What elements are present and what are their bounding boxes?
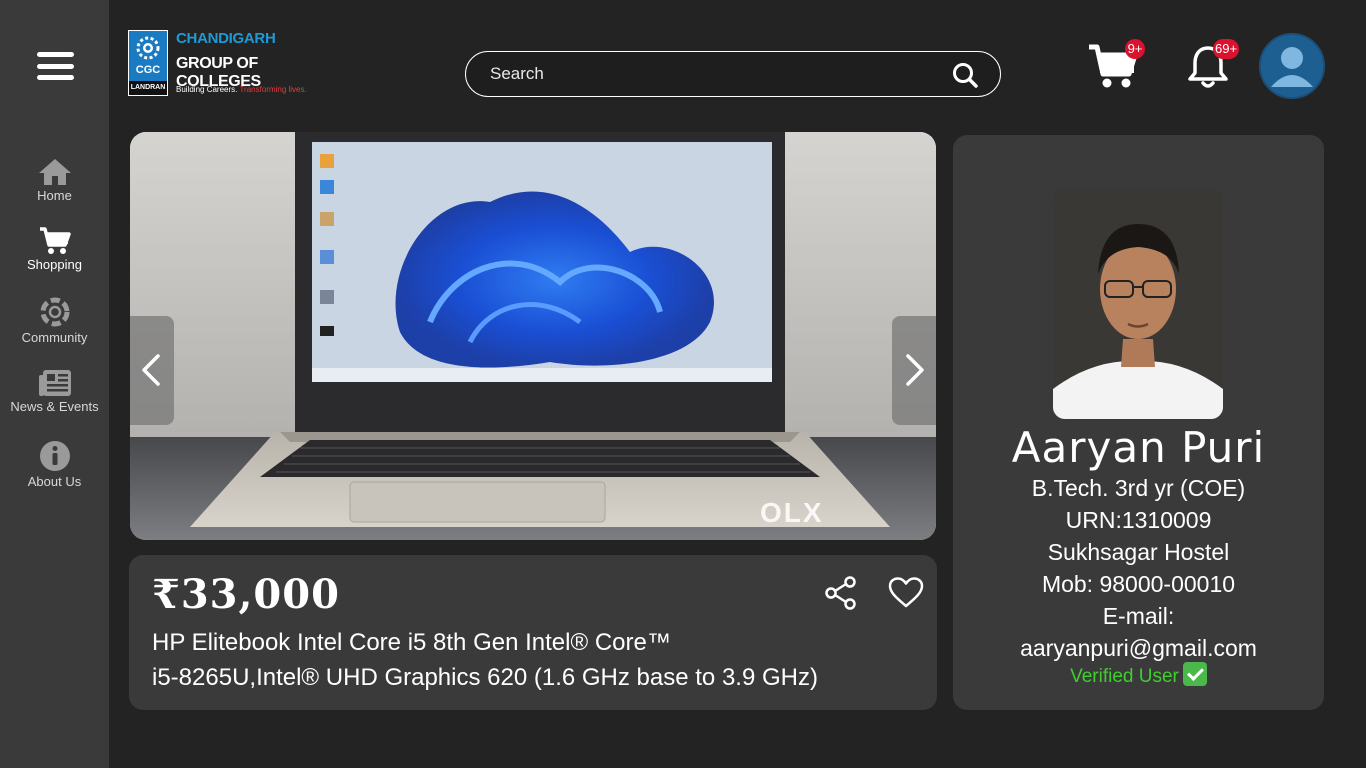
notifications-button[interactable]: 69+ (1185, 39, 1249, 90)
seller-mobile: Mob: 98000-00010 (1041, 571, 1236, 597)
seller-info-card: Aaryan Puri B.Tech. 3rd yr (COE) URN:131… (953, 135, 1324, 710)
info-icon (39, 441, 70, 471)
olx-watermark: OLX (760, 497, 824, 528)
heart-icon (888, 577, 924, 608)
product-details-card: ₹33,000 HP Elitebook Intel Core i5 8th G… (129, 555, 937, 710)
seller-course: B.Tech. 3rd yr (COE) (1031, 475, 1246, 501)
cart-icon (39, 227, 71, 254)
share-icon (825, 576, 856, 610)
sidebar-item-label: About Us (27, 474, 82, 489)
logo-tagline: Building Careers. Transforming lives. (176, 85, 307, 94)
cart-badge: 9+ (1125, 39, 1145, 59)
logo-line1: CHANDIGARH (176, 30, 276, 47)
product-image (130, 132, 936, 540)
product-title: HP Elitebook Intel Core i5 8th Gen Intel… (152, 625, 912, 695)
sidebar-item-shopping[interactable]: Shopping (0, 227, 109, 272)
sidebar-item-label: Community (21, 330, 88, 345)
sidebar-item-label: Shopping (27, 257, 82, 272)
seller-hostel: Sukhsagar Hostel (1047, 539, 1230, 565)
sidebar-item-home[interactable]: Home (0, 158, 109, 203)
logo-badge-sub: LANDRAN (129, 81, 167, 95)
search-input[interactable] (490, 52, 930, 95)
product-title-line2: i5-8265U,Intel® UHD Graphics 620 (1.6 GH… (152, 664, 818, 691)
sidebar-item-about-us[interactable]: About Us (0, 440, 109, 489)
seller-email[interactable]: aaryanpuri@gmail.com (953, 635, 1324, 662)
search-icon[interactable] (952, 62, 978, 88)
tagline-part-a: Building Careers. (176, 85, 238, 94)
home-icon (38, 159, 71, 185)
product-price: ₹33,000 (152, 571, 340, 618)
chevron-right-icon (906, 354, 924, 386)
notifications-badge: 69+ (1213, 39, 1240, 59)
sidebar-item-label: News & Events (10, 399, 99, 414)
seller-portrait (1053, 189, 1223, 419)
gear-emblem-icon (136, 36, 160, 60)
community-icon (40, 297, 69, 327)
sidebar-item-community[interactable]: Community (0, 296, 109, 345)
avatar[interactable] (1259, 33, 1325, 99)
seller-email-label: E-mail: (1102, 603, 1175, 629)
search-bar (465, 51, 1001, 97)
carousel-prev-button[interactable] (130, 316, 174, 425)
sidebar: Home Shopping Community News & Events Ab… (0, 0, 109, 768)
product-title-line1: HP Elitebook Intel Core i5 8th Gen Intel… (152, 629, 671, 656)
product-image-carousel[interactable]: OLX (130, 132, 936, 540)
cgc-logo[interactable]: CGC LANDRAN CHANDIGARH GROUP OF COLLEGES… (128, 30, 328, 98)
logo-badge: CGC LANDRAN (128, 30, 168, 96)
news-icon (38, 370, 71, 396)
sidebar-item-news-events[interactable]: News & Events (0, 369, 109, 414)
menu-icon[interactable] (37, 52, 74, 80)
verified-status: Verified User (953, 662, 1324, 688)
checkmark-icon (1182, 662, 1207, 686)
seller-urn: URN:1310009 (1065, 507, 1212, 533)
seller-name: Aaryan Puri (1011, 423, 1266, 472)
logo-badge-text: CGC (135, 64, 161, 76)
tagline-part-b: Transforming lives. (239, 85, 307, 94)
cart-button[interactable]: 9+ (1087, 39, 1147, 90)
chevron-left-icon (142, 354, 160, 386)
seller-photo (1053, 189, 1223, 419)
user-icon (1271, 47, 1313, 87)
share-button[interactable] (823, 575, 859, 615)
verified-label: Verified User (1070, 666, 1179, 687)
carousel-next-button[interactable] (892, 316, 936, 425)
sidebar-item-label: Home (37, 188, 72, 203)
favorite-button[interactable] (888, 577, 924, 613)
